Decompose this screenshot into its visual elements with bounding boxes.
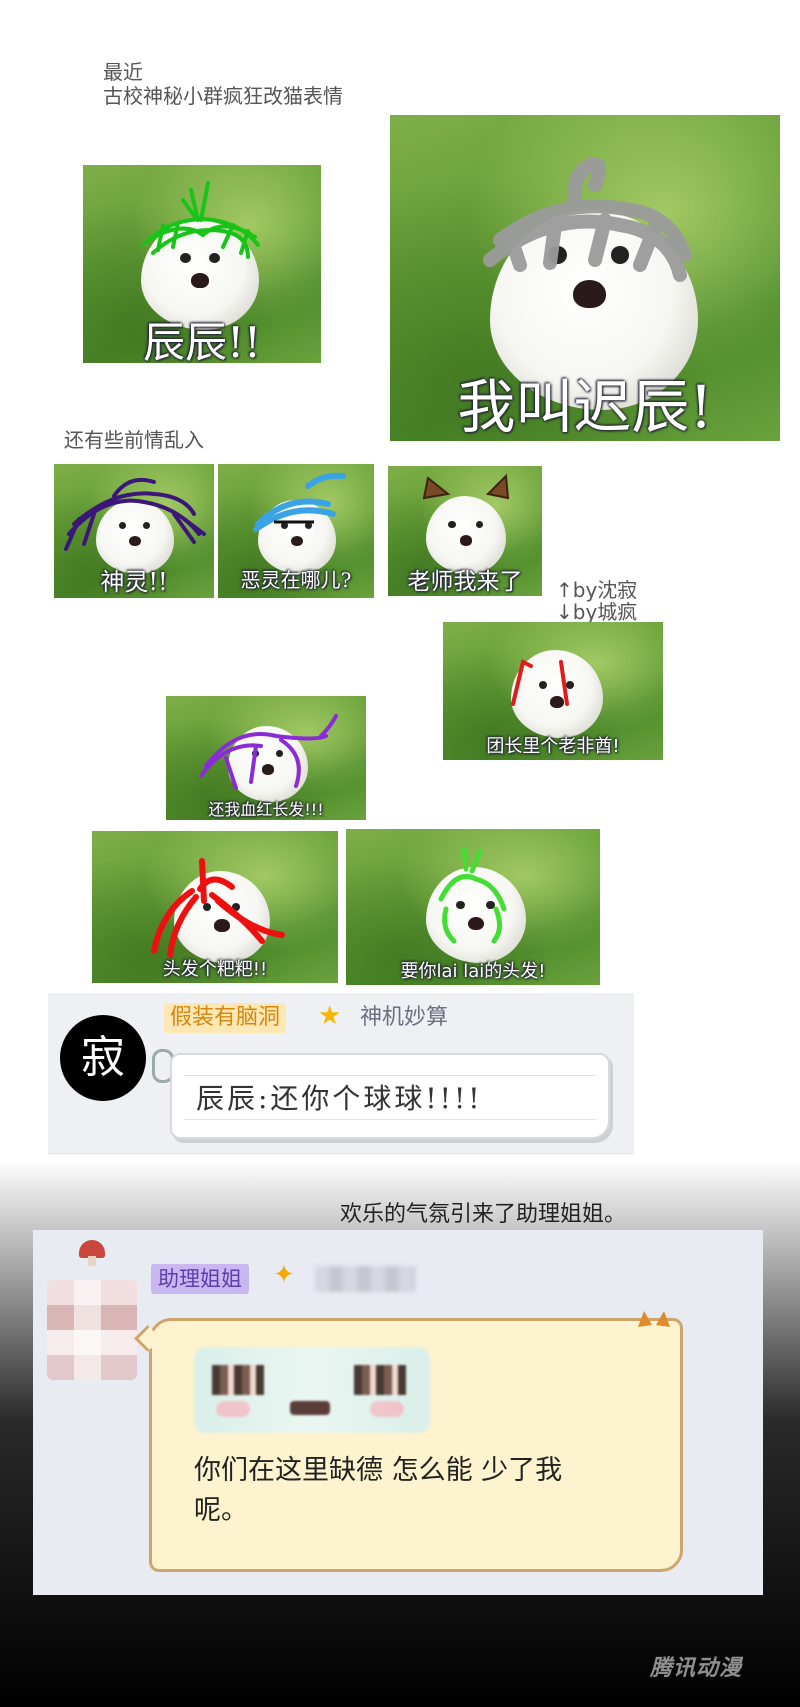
avatar[interactable] [47,1280,137,1380]
message-bubble[interactable]: 你们在这里缺德 怎么能 少了我呢。 [149,1311,683,1572]
blurred-name [315,1266,415,1292]
meme-caption: 辰辰!! [143,318,261,363]
meme-caption: 要你lai lai的头发! [400,961,546,982]
message-text: 你们在这里缺德 怎么能 少了我呢。 [194,1455,563,1526]
message-text: 辰辰:还你个球球!!!! [196,1082,483,1115]
meme-xuehong: 还我血红长发!!! [166,696,366,820]
meme-chenchen-green: 辰辰!! [83,165,321,363]
cat-ears-icon [638,1311,670,1327]
title-label: 神机妙算 [360,1005,449,1030]
meme-lailai: 要你lai lai的头发! [346,829,600,985]
meme-caption: 头发个粑粑!! [162,959,268,980]
header-caption: 最近 古校神秘小群疯狂改猫表情 [103,60,343,108]
title-badge: 假装有脑洞 [164,1003,287,1033]
title-badge: 助理姐姐 [151,1264,249,1294]
message-bubble[interactable]: 辰辰:还你个球球!!!! [170,1053,610,1139]
watermark-logo: 腾讯动漫 [650,1656,743,1681]
star-icon: ✦ [273,1260,295,1290]
by-chengfeng: ↓by城疯 [556,600,638,624]
avatar[interactable]: 寂 [60,1015,146,1101]
assistant-caption: 欢乐的气氛引来了助理姐姐。 [340,1202,627,1227]
meme-caption: 还我血红长发!!! [208,800,324,819]
by-shenji: ↑by沈寂 [556,578,638,602]
meme-eling: 恶灵在哪儿? [218,464,374,598]
meme-caption: 老师我来了 [407,569,523,595]
meme-caption: 团长里个老非酋! [486,736,620,757]
chat-card-shenji: 寂 假装有脑洞 ★ 神机妙算 辰辰:还你个球球!!!! [48,993,634,1155]
pixel-face-sticker [194,1347,430,1433]
meme-bazhe: 头发个粑粑!! [92,831,338,983]
meme-shenling: 神灵!! [54,464,214,598]
meme-caption: 神灵!! [100,568,168,596]
mushroom-icon [79,1240,105,1266]
star-icon: ★ [318,1001,342,1031]
chat-card-assistant: 助理姐姐 ✦ 你们在这里缺德 怎么能 少了我呢。 [33,1230,763,1595]
meme-tuanzhang: 团长里个老非酋! [443,622,663,760]
header-line-1: 最近 [103,60,143,84]
header-line-2: 古校神秘小群疯狂改猫表情 [103,84,343,108]
prior-caption: 还有些前情乱入 [64,428,204,452]
meme-caption: 恶灵在哪儿? [240,568,352,592]
meme-laoshi: 老师我来了 [388,466,542,596]
meme-caption: 我叫迟辰! [457,373,713,441]
meme-chichen-grey: 我叫迟辰! [390,115,780,441]
